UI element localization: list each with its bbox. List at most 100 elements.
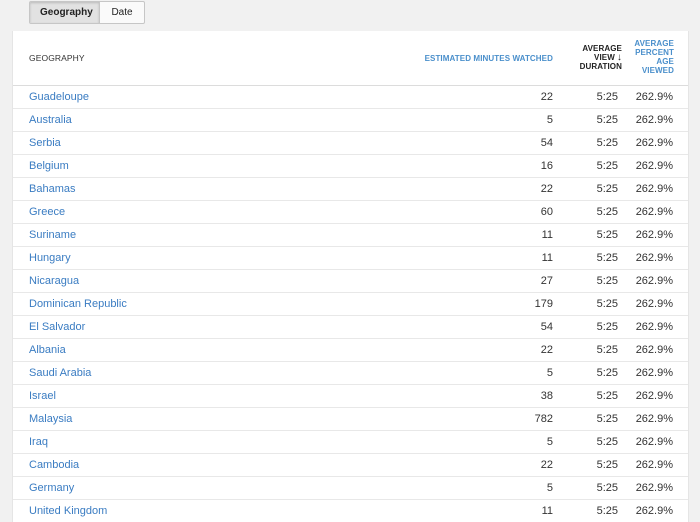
- minutes-watched-value: 22: [540, 459, 553, 471]
- geography-link[interactable]: Bahamas: [29, 178, 75, 200]
- sort-descending-icon: ↓: [616, 52, 622, 63]
- geography-link[interactable]: Germany: [29, 477, 74, 499]
- table-row: Suriname 11 5:25 262.9%: [13, 224, 688, 247]
- percent-viewed-value: 262.9%: [635, 183, 673, 195]
- table-row: Serbia 54 5:25 262.9%: [13, 132, 688, 155]
- header-text-line: AVERAGE: [582, 44, 622, 53]
- percent-viewed-value: 262.9%: [635, 206, 673, 218]
- header-text-line: PERCENT: [635, 48, 674, 57]
- header-text-line: VIEW: [594, 53, 615, 62]
- column-header-estimated-minutes-watched[interactable]: ESTIMATED MINUTES WATCHED: [425, 54, 553, 63]
- view-duration-value: 5:25: [596, 459, 618, 471]
- table-row: Germany 5 5:25 262.9%: [13, 477, 688, 500]
- geography-link[interactable]: Serbia: [29, 132, 61, 154]
- report-table: GEOGRAPHY ESTIMATED MINUTES WATCHED AVER…: [12, 31, 689, 522]
- header-text-line: AVERAGE: [634, 39, 674, 48]
- percent-viewed-value: 262.9%: [635, 252, 673, 264]
- geography-link[interactable]: Suriname: [29, 224, 76, 246]
- percent-viewed-value: 262.9%: [635, 367, 673, 379]
- percent-viewed-value: 262.9%: [635, 229, 673, 241]
- report-toolbar: Geography Date: [0, 0, 700, 31]
- minutes-watched-value: 54: [540, 137, 553, 149]
- minutes-watched-value: 782: [534, 413, 553, 425]
- column-header-average-percentage-viewed[interactable]: AVERAGE PERCENT AGE VIEWED: [626, 39, 674, 75]
- view-duration-value: 5:25: [596, 275, 618, 287]
- table-row: Malaysia 782 5:25 262.9%: [13, 408, 688, 431]
- geography-link[interactable]: Albania: [29, 339, 66, 361]
- minutes-watched-value: 22: [540, 183, 553, 195]
- table-row: Iraq 5 5:25 262.9%: [13, 431, 688, 454]
- table-row: Guadeloupe 22 5:25 262.9%: [13, 86, 688, 109]
- minutes-watched-value: 16: [540, 160, 553, 172]
- percent-viewed-value: 262.9%: [635, 413, 673, 425]
- column-header-geography[interactable]: GEOGRAPHY: [29, 54, 85, 63]
- tab-geography[interactable]: Geography: [30, 2, 100, 23]
- percent-viewed-value: 262.9%: [635, 344, 673, 356]
- header-text-line: DURATION: [579, 62, 622, 71]
- table-row: Cambodia 22 5:25 262.9%: [13, 454, 688, 477]
- minutes-watched-value: 11: [541, 229, 553, 241]
- table-row: Nicaragua 27 5:25 262.9%: [13, 270, 688, 293]
- view-duration-value: 5:25: [596, 206, 618, 218]
- table-row: Saudi Arabia 5 5:25 262.9%: [13, 362, 688, 385]
- percent-viewed-value: 262.9%: [635, 137, 673, 149]
- header-text-line: VIEWED: [641, 66, 674, 75]
- minutes-watched-value: 60: [540, 206, 553, 218]
- percent-viewed-value: 262.9%: [635, 298, 673, 310]
- geography-link[interactable]: Saudi Arabia: [29, 362, 91, 384]
- minutes-watched-value: 54: [540, 321, 553, 333]
- table-row: Dominican Republic 179 5:25 262.9%: [13, 293, 688, 316]
- geography-link[interactable]: Israel: [29, 385, 56, 407]
- header-text-line: VIEW ↓: [566, 52, 622, 63]
- geography-link[interactable]: Cambodia: [29, 454, 79, 476]
- geography-link[interactable]: Hungary: [29, 247, 71, 269]
- geography-link[interactable]: Nicaragua: [29, 270, 79, 292]
- table-row: Australia 5 5:25 262.9%: [13, 109, 688, 132]
- geography-link[interactable]: Belgium: [29, 155, 69, 177]
- minutes-watched-value: 11: [541, 252, 553, 264]
- percent-viewed-value: 262.9%: [635, 160, 673, 172]
- view-duration-value: 5:25: [596, 160, 618, 172]
- percent-viewed-value: 262.9%: [635, 91, 673, 103]
- geography-link[interactable]: Malaysia: [29, 408, 72, 430]
- geography-link[interactable]: Australia: [29, 109, 72, 131]
- minutes-watched-value: 22: [540, 344, 553, 356]
- view-duration-value: 5:25: [596, 436, 618, 448]
- geography-link[interactable]: Dominican Republic: [29, 293, 127, 315]
- geography-link[interactable]: El Salvador: [29, 316, 85, 338]
- view-duration-value: 5:25: [596, 229, 618, 241]
- table-row: Greece 60 5:25 262.9%: [13, 201, 688, 224]
- tab-date[interactable]: Date: [100, 2, 144, 23]
- table-body: Guadeloupe 22 5:25 262.9% Australia 5 5:…: [13, 86, 688, 522]
- table-row: Hungary 11 5:25 262.9%: [13, 247, 688, 270]
- minutes-watched-value: 179: [534, 298, 553, 310]
- percent-viewed-value: 262.9%: [635, 114, 673, 126]
- view-duration-value: 5:25: [596, 137, 618, 149]
- percent-viewed-value: 262.9%: [635, 390, 673, 402]
- percent-viewed-value: 262.9%: [635, 482, 673, 494]
- minutes-watched-value: 11: [541, 505, 553, 517]
- geography-link[interactable]: United Kingdom: [29, 500, 107, 522]
- view-duration-value: 5:25: [596, 413, 618, 425]
- table-row: Bahamas 22 5:25 262.9%: [13, 178, 688, 201]
- view-duration-value: 5:25: [596, 298, 618, 310]
- geography-link[interactable]: Guadeloupe: [29, 86, 89, 108]
- minutes-watched-value: 5: [546, 482, 553, 494]
- dimension-tab-group: Geography Date: [29, 1, 145, 24]
- percent-viewed-value: 262.9%: [635, 275, 673, 287]
- minutes-watched-value: 38: [540, 390, 553, 402]
- view-duration-value: 5:25: [596, 505, 618, 517]
- geography-link[interactable]: Greece: [29, 201, 65, 223]
- table-row: Belgium 16 5:25 262.9%: [13, 155, 688, 178]
- minutes-watched-value: 5: [546, 114, 553, 126]
- view-duration-value: 5:25: [596, 252, 618, 264]
- geography-link[interactable]: Iraq: [29, 431, 48, 453]
- view-duration-value: 5:25: [596, 390, 618, 402]
- percent-viewed-value: 262.9%: [635, 459, 673, 471]
- column-header-average-view-duration[interactable]: AVERAGE VIEW ↓ DURATION: [566, 44, 622, 71]
- view-duration-value: 5:25: [596, 344, 618, 356]
- percent-viewed-value: 262.9%: [635, 321, 673, 333]
- view-duration-value: 5:25: [596, 91, 618, 103]
- view-duration-value: 5:25: [596, 482, 618, 494]
- view-duration-value: 5:25: [596, 183, 618, 195]
